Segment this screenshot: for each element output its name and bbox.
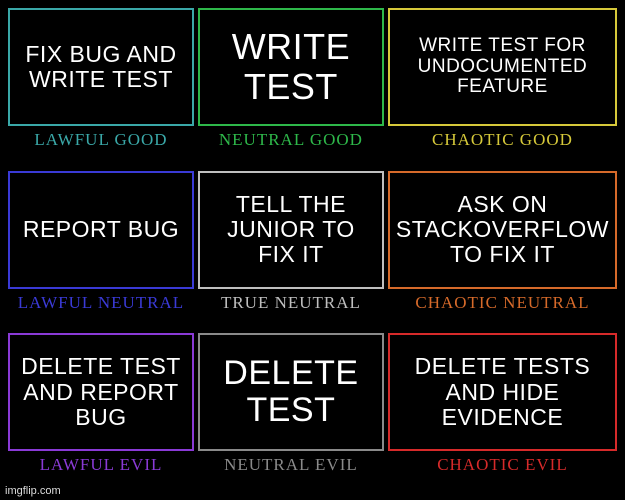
cell-neutral-good: WRITE TEST NEUTRAL GOOD <box>198 8 384 167</box>
cell-content: DELETE TEST <box>206 355 376 430</box>
cell-lawful-neutral: REPORT BUG LAWFUL NEUTRAL <box>8 171 194 330</box>
cell-label: CHAOTIC EVIL <box>437 455 568 475</box>
watermark: imgflip.com <box>2 484 64 498</box>
cell-label: TRUE NEUTRAL <box>221 293 361 313</box>
cell-content: TELL THE JUNIOR TO FIX IT <box>206 192 376 268</box>
cell-content: ASK ON STACKOVERFLOW TO FIX IT <box>396 192 609 268</box>
cell-label: LAWFUL EVIL <box>40 455 163 475</box>
cell-label: NEUTRAL EVIL <box>224 455 358 475</box>
cell-content: WRITE TEST FOR UNDOCUMENTED FEATURE <box>396 36 609 99</box>
cell-label: LAWFUL NEUTRAL <box>18 293 184 313</box>
cell-content: FIX BUG AND WRITE TEST <box>16 42 186 93</box>
cell-lawful-good: FIX BUG AND WRITE TEST LAWFUL GOOD <box>8 8 194 167</box>
cell-box: REPORT BUG <box>8 171 194 289</box>
cell-box: WRITE TEST FOR UNDOCUMENTED FEATURE <box>388 8 617 126</box>
cell-box: ASK ON STACKOVERFLOW TO FIX IT <box>388 171 617 289</box>
cell-chaotic-evil: DELETE TESTS AND HIDE EVIDENCE CHAOTIC E… <box>388 333 617 492</box>
cell-content: DELETE TEST AND REPORT BUG <box>16 354 186 430</box>
cell-content: DELETE TESTS AND HIDE EVIDENCE <box>396 354 609 430</box>
cell-chaotic-good: WRITE TEST FOR UNDOCUMENTED FEATURE CHAO… <box>388 8 617 167</box>
cell-neutral-evil: DELETE TEST NEUTRAL EVIL <box>198 333 384 492</box>
cell-label: LAWFUL GOOD <box>34 130 167 150</box>
cell-label: CHAOTIC GOOD <box>432 130 573 150</box>
alignment-grid: FIX BUG AND WRITE TEST LAWFUL GOOD WRITE… <box>0 0 625 500</box>
cell-box: DELETE TESTS AND HIDE EVIDENCE <box>388 333 617 451</box>
cell-content: WRITE TEST <box>206 27 376 106</box>
cell-box: TELL THE JUNIOR TO FIX IT <box>198 171 384 289</box>
cell-chaotic-neutral: ASK ON STACKOVERFLOW TO FIX IT CHAOTIC N… <box>388 171 617 330</box>
cell-box: DELETE TEST <box>198 333 384 451</box>
cell-true-neutral: TELL THE JUNIOR TO FIX IT TRUE NEUTRAL <box>198 171 384 330</box>
cell-label: CHAOTIC NEUTRAL <box>415 293 589 313</box>
cell-content: REPORT BUG <box>23 217 179 242</box>
cell-label: NEUTRAL GOOD <box>219 130 363 150</box>
cell-box: WRITE TEST <box>198 8 384 126</box>
cell-box: DELETE TEST AND REPORT BUG <box>8 333 194 451</box>
cell-lawful-evil: DELETE TEST AND REPORT BUG LAWFUL EVIL <box>8 333 194 492</box>
cell-box: FIX BUG AND WRITE TEST <box>8 8 194 126</box>
